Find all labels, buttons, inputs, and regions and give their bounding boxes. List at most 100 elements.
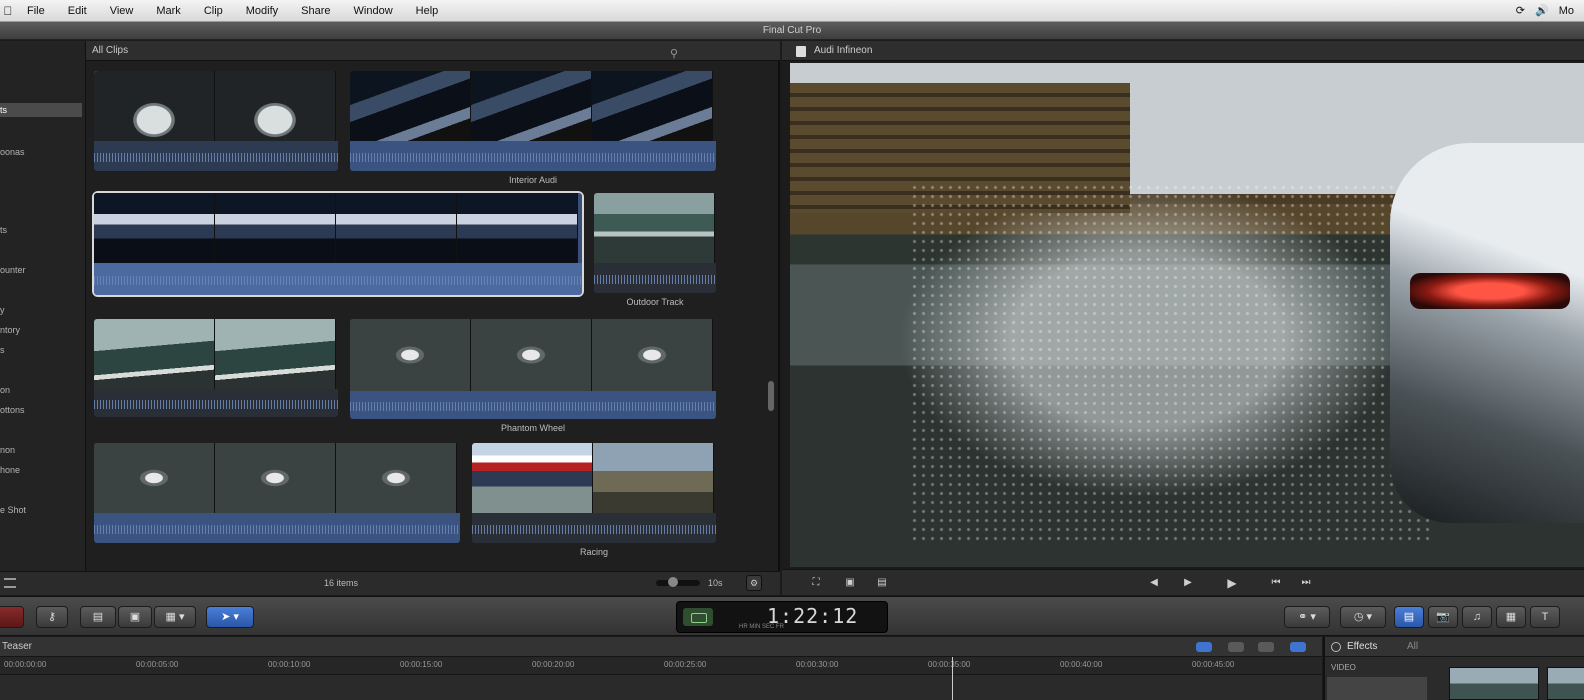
sync-icon[interactable]: ⟳ xyxy=(1516,4,1525,17)
clip-thumbnail[interactable]: Racing xyxy=(472,443,716,557)
audio-skimming-icon[interactable] xyxy=(1228,642,1244,652)
effects-installed-toggle[interactable]: All xyxy=(1407,637,1418,657)
menu-clip[interactable]: Clip xyxy=(193,5,235,17)
clip-frame xyxy=(594,193,715,263)
ruler-tick: 00:00:20:00 xyxy=(532,660,575,669)
apple-icon[interactable]:  xyxy=(0,4,16,18)
effects-category-video[interactable]: VIDEO xyxy=(1331,663,1356,672)
camera-icon[interactable]: 📷 xyxy=(1428,606,1458,628)
effects-category-selected[interactable] xyxy=(1327,677,1427,700)
browser-footer: 16 items 10s ⚙ xyxy=(86,571,780,595)
dashboard-timecode[interactable]: HR MIN SEC FR 1:22:12 xyxy=(676,601,888,633)
menu-view[interactable]: View xyxy=(99,5,146,17)
menu-extras: ⟳ 🔊 Mo xyxy=(1516,4,1584,18)
music-icon[interactable]: ♫ xyxy=(1462,606,1492,628)
effect-thumbnail[interactable] xyxy=(1449,667,1539,700)
menu-extra-text[interactable]: Mo xyxy=(1559,5,1574,17)
sidebar-item[interactable]: e Shot xyxy=(0,503,26,517)
previous-frame-icon[interactable]: ◀ xyxy=(1144,575,1164,591)
viewer-header: Audi Infineon xyxy=(782,41,1584,61)
viewer: Audi Infineon ⛶ ▣ ▤ ◀ ▶ ▶ ⏮ ⏭ xyxy=(782,41,1584,595)
zoom-slider[interactable] xyxy=(656,580,700,586)
skip-back-icon[interactable]: ⏮ xyxy=(1266,575,1286,591)
record-button[interactable] xyxy=(0,606,24,628)
search-icon[interactable]: ⚲ xyxy=(670,44,678,64)
menu-help[interactable]: Help xyxy=(405,5,451,17)
color-balance-button[interactable]: ⚭ ▾ xyxy=(1284,606,1330,628)
effects-browser: Effects All VIDEO xyxy=(1323,637,1584,700)
sidebar-item[interactable]: ottons xyxy=(0,403,25,417)
browser-scrollbar[interactable] xyxy=(768,381,774,411)
water-spray-image xyxy=(910,183,1430,543)
clip-thumbnail[interactable] xyxy=(94,71,338,171)
timecode-display: 1:22:12 xyxy=(767,604,859,628)
sidebar-item[interactable]: y xyxy=(0,303,5,317)
transform-icon[interactable]: ▣ xyxy=(840,575,860,591)
clip-thumbnail[interactable]: Outdoor Track xyxy=(594,193,716,307)
menu-file[interactable]: File xyxy=(16,5,57,17)
browser-filter-label[interactable]: All Clips xyxy=(92,41,128,61)
clip-thumbnail[interactable] xyxy=(94,319,338,417)
gear-icon[interactable]: ⚙ xyxy=(746,575,762,591)
clip-frame xyxy=(215,319,336,389)
clip-thumbnail-selected[interactable] xyxy=(92,191,584,297)
transitions-icon[interactable]: ▦ xyxy=(1496,606,1526,628)
sidebar-item[interactable]: ntory xyxy=(0,323,20,337)
clip-thumbnail[interactable]: Phantom Wheel xyxy=(350,319,716,433)
sidebar-item[interactable]: oonas xyxy=(0,145,25,159)
viewer-video-frame[interactable] xyxy=(790,63,1584,567)
clip-thumbnail[interactable]: Interior Audi xyxy=(350,71,716,185)
event-library-sidebar: ts oonas ts ounter y ntory s on ottons n… xyxy=(0,41,86,595)
main-toolbar: ⚷ ▤ ▣ ▦ ▾ ➤ ▾ HR MIN SEC FR 1:22:12 ⚭ ▾ … xyxy=(0,596,1584,636)
menu-window[interactable]: Window xyxy=(343,5,405,17)
inspector-button[interactable]: ▤ xyxy=(1394,606,1424,628)
sidebar-item[interactable]: ounter xyxy=(0,263,26,277)
video-only-icon[interactable] xyxy=(1196,642,1212,652)
playhead[interactable] xyxy=(952,657,953,700)
sidebar-item[interactable]: hone xyxy=(0,463,20,477)
audio-waveform xyxy=(350,391,716,419)
ruler-tick: 00:00:30:00 xyxy=(796,660,839,669)
append-clip-button[interactable]: ▦ ▾ xyxy=(154,606,196,628)
audio-waveform xyxy=(472,513,716,543)
effects-title: Effects xyxy=(1347,641,1378,652)
solo-icon[interactable] xyxy=(1258,642,1274,652)
viewer-controls: ⛶ ▣ ▤ ◀ ▶ ▶ ⏮ ⏭ xyxy=(782,569,1584,595)
background-tasks-icon[interactable] xyxy=(683,608,713,626)
effect-thumbnail[interactable] xyxy=(1547,667,1584,700)
sidebar-item[interactable]: non xyxy=(0,443,15,457)
snapping-icon[interactable] xyxy=(1290,642,1306,652)
event-browser: All Clips ⚲ Interior Audi Outdoor Track … xyxy=(86,41,780,595)
clip-frame xyxy=(336,443,457,513)
timeline-ruler[interactable]: 00:00:00:00 00:00:05:00 00:00:10:00 00:0… xyxy=(0,657,1322,675)
window-title: Final Cut Pro xyxy=(762,25,822,36)
volume-icon[interactable]: 🔊 xyxy=(1535,4,1549,17)
fullscreen-icon[interactable]: ⛶ xyxy=(806,575,826,591)
menu-share[interactable]: Share xyxy=(290,5,342,17)
clip-duration-setting[interactable]: 10s xyxy=(708,572,723,594)
menu-modify[interactable]: Modify xyxy=(235,5,290,17)
enhancement-icon[interactable]: ▤ xyxy=(872,575,892,591)
next-frame-icon[interactable]: ▶ xyxy=(1178,575,1198,591)
sidebar-item[interactable]: ts xyxy=(0,223,7,237)
titles-icon[interactable]: T xyxy=(1530,606,1560,628)
zoom-slider-knob[interactable] xyxy=(668,577,678,587)
sidebar-item[interactable]: on xyxy=(0,383,10,397)
ruler-tick: 00:00:45:00 xyxy=(1192,660,1235,669)
list-icon[interactable] xyxy=(4,578,16,588)
menu-mark[interactable]: Mark xyxy=(145,5,192,17)
select-tool-button[interactable]: ➤ ▾ xyxy=(206,606,254,628)
clip-thumbnail[interactable] xyxy=(94,443,460,543)
key-icon[interactable]: ⚷ xyxy=(36,606,68,628)
sidebar-item[interactable]: ts xyxy=(0,103,82,117)
menu-edit[interactable]: Edit xyxy=(57,5,99,17)
connect-clip-button[interactable]: ▤ xyxy=(80,606,116,628)
sidebar-footer xyxy=(0,571,86,595)
play-icon[interactable]: ▶ xyxy=(1222,575,1242,591)
sidebar-item[interactable]: s xyxy=(0,343,5,357)
retime-button[interactable]: ◷ ▾ xyxy=(1340,606,1386,628)
skip-forward-icon[interactable]: ⏭ xyxy=(1296,575,1316,591)
insert-clip-button[interactable]: ▣ xyxy=(118,606,152,628)
ruler-tick: 00:00:05:00 xyxy=(136,660,179,669)
clip-frame xyxy=(215,193,336,263)
